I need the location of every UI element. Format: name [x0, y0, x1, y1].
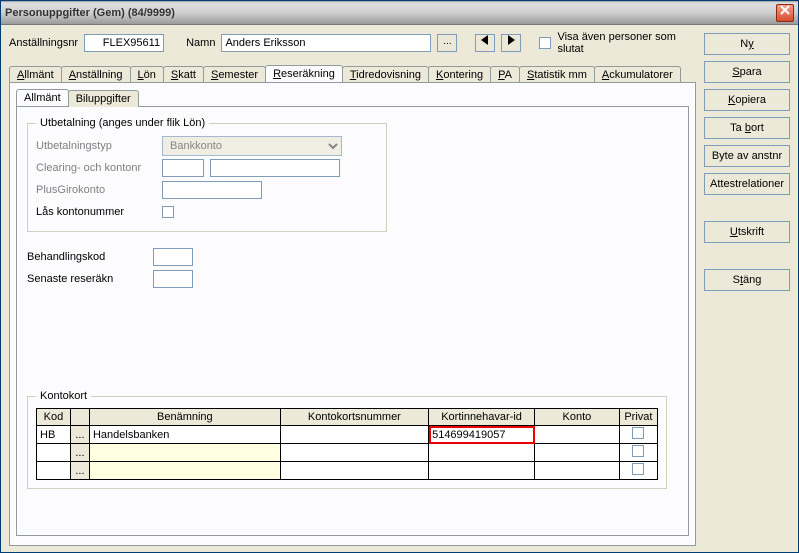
- behkod-input[interactable]: [153, 248, 193, 266]
- byte-button[interactable]: Byte av anstnr: [704, 145, 790, 167]
- table-row: HB...Handelsbanken 514699419057: [37, 426, 658, 444]
- cell-privat[interactable]: [619, 462, 657, 480]
- clearing-label: Clearing- och kontonr: [36, 162, 156, 174]
- anst-input[interactable]: [84, 34, 164, 52]
- kontokort-col-3: Kontokortsnummer: [280, 409, 428, 426]
- cell-privat[interactable]: [619, 444, 657, 462]
- tab-ackumulatorer[interactable]: Ackumulatorer: [594, 66, 681, 83]
- namn-input[interactable]: [221, 34, 431, 52]
- header-row: Anställningsnr Namn ... Visa även person…: [9, 31, 696, 55]
- stang-button[interactable]: Stäng: [704, 269, 790, 291]
- plusgiro-label: PlusGirokonto: [36, 184, 156, 196]
- kontokort-group: Kontokort KodBenämningKontokortsnummerKo…: [27, 390, 667, 489]
- kontokort-legend: Kontokort: [36, 390, 91, 402]
- tab-skatt[interactable]: Skatt: [163, 66, 204, 83]
- tabort-button[interactable]: Ta bort: [704, 117, 790, 139]
- kontokort-col-5: Konto: [535, 409, 620, 426]
- subtab-allmänt[interactable]: Allmänt: [16, 89, 69, 106]
- cell-konto[interactable]: [535, 426, 620, 444]
- anst-label: Anställningsnr: [9, 37, 78, 49]
- tab-reseräkning[interactable]: Reseräkning: [265, 65, 343, 82]
- behkod-label: Behandlingskod: [27, 251, 147, 263]
- las-checkbox[interactable]: [162, 206, 174, 218]
- cell-kortinnehavar-id[interactable]: 514699419057: [429, 426, 535, 444]
- cell-kod[interactable]: [37, 462, 71, 480]
- plusgiro-input: [162, 181, 262, 199]
- cell-privat[interactable]: [619, 426, 657, 444]
- tab-pa[interactable]: PA: [490, 66, 520, 83]
- cell-kod[interactable]: [37, 444, 71, 462]
- cell-kortinnehavar-id[interactable]: [429, 462, 535, 480]
- attest-button[interactable]: Attestrelationer: [704, 173, 790, 195]
- cell-benamning[interactable]: Handelsbanken: [89, 426, 280, 444]
- tab-anställning[interactable]: Anställning: [61, 66, 131, 83]
- close-button[interactable]: [776, 4, 794, 22]
- utbetalning-legend: Utbetalning (anges under flik Lön): [36, 117, 209, 129]
- kontokort-col-6: Privat: [619, 409, 657, 426]
- row-lookup-button[interactable]: ...: [70, 426, 89, 444]
- cell-kontokortsnummer[interactable]: [280, 462, 428, 480]
- ny-button[interactable]: Ny: [704, 33, 790, 55]
- cell-kortinnehavar-id[interactable]: [429, 444, 535, 462]
- kontonr-input: [210, 159, 340, 177]
- cell-kontokortsnummer[interactable]: [280, 444, 428, 462]
- kontokort-table: Kod BenämningKontokortsnummerKortinnehava…: [36, 408, 658, 480]
- title-bar: Personuppgifter (Gem) (84/9999): [1, 1, 798, 25]
- privat-checkbox[interactable]: [632, 445, 644, 457]
- table-row: ...: [37, 444, 658, 462]
- utskrift-button[interactable]: Utskrift: [704, 221, 790, 243]
- next-button[interactable]: [501, 34, 521, 52]
- spara-button[interactable]: Spara: [704, 61, 790, 83]
- tab-body: AllmäntBiluppgifter Utbetalning (anges u…: [9, 82, 696, 546]
- tab-allmänt[interactable]: Allmänt: [9, 66, 62, 83]
- tab-lön[interactable]: Lön: [130, 66, 164, 83]
- cell-konto[interactable]: [535, 462, 620, 480]
- window-title: Personuppgifter (Gem) (84/9999): [5, 7, 776, 19]
- tab-kontering[interactable]: Kontering: [428, 66, 491, 83]
- kontokort-col-0: Kod: [37, 409, 71, 426]
- row-lookup-button[interactable]: ...: [70, 444, 89, 462]
- cell-konto[interactable]: [535, 444, 620, 462]
- senaste-label: Senaste reseräkn: [27, 273, 147, 285]
- cell-kontokortsnummer[interactable]: [280, 426, 428, 444]
- visa-slutat-checkbox[interactable]: [539, 37, 551, 49]
- visa-slutat-label: Visa även personer som slutat: [557, 31, 677, 55]
- close-icon: [780, 5, 790, 15]
- sub-tabs: AllmäntBiluppgifter: [16, 89, 689, 106]
- main-tabs: AllmäntAnställningLönSkattSemesterReserä…: [9, 65, 696, 82]
- cell-benamning[interactable]: [89, 444, 280, 462]
- senaste-input[interactable]: [153, 270, 193, 288]
- triangle-left-icon: [481, 35, 489, 45]
- kontokort-col-1: [70, 409, 89, 426]
- table-row: ...: [37, 462, 658, 480]
- cell-kod[interactable]: HB: [37, 426, 71, 444]
- namn-label: Namn: [186, 37, 215, 49]
- kontokort-col-2: Benämning: [89, 409, 280, 426]
- prev-button[interactable]: [475, 34, 495, 52]
- privat-checkbox[interactable]: [632, 427, 644, 439]
- kopiera-button[interactable]: Kopiera: [704, 89, 790, 111]
- row-lookup-button[interactable]: ...: [70, 462, 89, 480]
- subtab-biluppgifter[interactable]: Biluppgifter: [68, 90, 139, 107]
- side-buttons: Ny Spara Kopiera Ta bort Byte av anstnr …: [704, 31, 790, 546]
- utbettyp-label: Utbetalningstyp: [36, 140, 156, 152]
- clearing-input: [162, 159, 204, 177]
- tab-semester[interactable]: Semester: [203, 66, 266, 83]
- triangle-right-icon: [507, 35, 515, 45]
- privat-checkbox[interactable]: [632, 463, 644, 475]
- utbetalning-group: Utbetalning (anges under flik Lön) Utbet…: [27, 117, 387, 232]
- namn-lookup-button[interactable]: ...: [437, 34, 457, 52]
- tab-statistik-mm[interactable]: Statistik mm: [519, 66, 595, 83]
- cell-benamning[interactable]: [89, 462, 280, 480]
- utbettyp-select: Bankkonto: [162, 136, 342, 156]
- las-label: Lås kontonummer: [36, 206, 156, 218]
- subtab-body: Utbetalning (anges under flik Lön) Utbet…: [16, 106, 689, 536]
- tab-tidredovisning[interactable]: Tidredovisning: [342, 66, 429, 83]
- kontokort-col-4: Kortinnehavar-id: [429, 409, 535, 426]
